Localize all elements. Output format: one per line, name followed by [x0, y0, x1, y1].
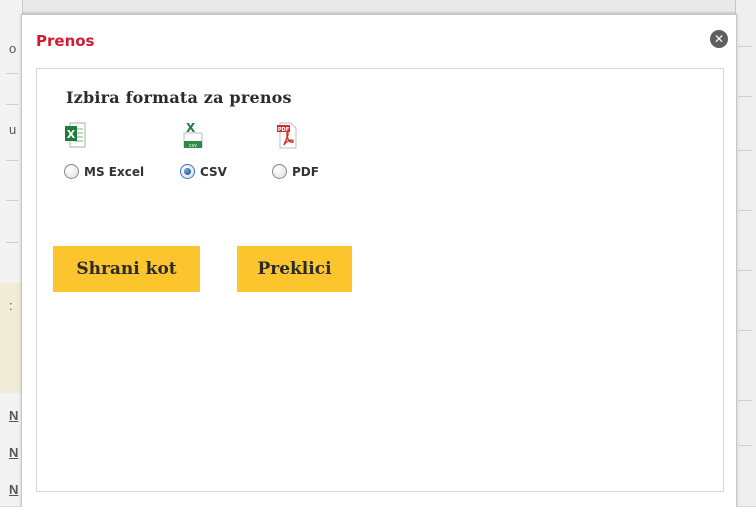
background-link: N — [9, 482, 19, 497]
export-panel: Izbira formata za prenos X MS Excel X cs… — [36, 68, 724, 492]
csv-file-icon: X csv — [183, 121, 203, 149]
cancel-button[interactable]: Preklici — [237, 246, 352, 292]
save-as-button[interactable]: Shrani kot — [53, 246, 200, 292]
pdf-file-icon: PDF — [277, 122, 297, 149]
radio-label-csv[interactable]: CSV — [200, 165, 227, 179]
close-icon[interactable]: ✕ — [710, 30, 728, 48]
background-row-divider — [6, 160, 18, 161]
background-page-right — [735, 0, 756, 506]
background-text: : — [9, 298, 13, 313]
format-heading: Izbira formata za prenos — [66, 88, 292, 107]
background-row-divider — [6, 200, 18, 201]
background-row-divider — [6, 73, 18, 74]
radio-pdf[interactable] — [272, 164, 287, 179]
format-radio-pdf[interactable]: PDF — [272, 164, 319, 179]
background-row-divider — [738, 96, 752, 97]
background-row-divider — [738, 150, 752, 151]
format-radio-csv[interactable]: CSV — [180, 164, 227, 179]
background-row-divider — [6, 104, 18, 105]
svg-text:X: X — [67, 128, 76, 141]
background-link: N — [9, 408, 19, 423]
radio-label-excel[interactable]: MS Excel — [84, 165, 144, 179]
background-row-divider — [738, 46, 752, 47]
radio-csv[interactable] — [180, 164, 195, 179]
radio-label-pdf[interactable]: PDF — [292, 165, 319, 179]
background-page-top — [0, 0, 756, 12]
format-radio-excel[interactable]: MS Excel — [64, 164, 144, 179]
background-text: u — [9, 122, 17, 137]
svg-text:csv: csv — [189, 143, 197, 149]
radio-excel[interactable] — [64, 164, 79, 179]
background-page-left: o u : N N N — [0, 0, 23, 506]
background-row-divider — [738, 400, 752, 401]
dialog-title: Prenos — [36, 32, 95, 50]
background-row-divider — [738, 445, 752, 446]
export-dialog: Prenos ✕ Izbira formata za prenos X MS E… — [21, 14, 737, 507]
background-row-divider — [738, 210, 752, 211]
background-text: o — [9, 41, 17, 56]
background-row-divider — [738, 330, 752, 331]
background-row-divider — [6, 242, 18, 243]
excel-file-icon: X — [65, 122, 86, 148]
background-link: N — [9, 445, 19, 460]
background-row-divider — [738, 270, 752, 271]
